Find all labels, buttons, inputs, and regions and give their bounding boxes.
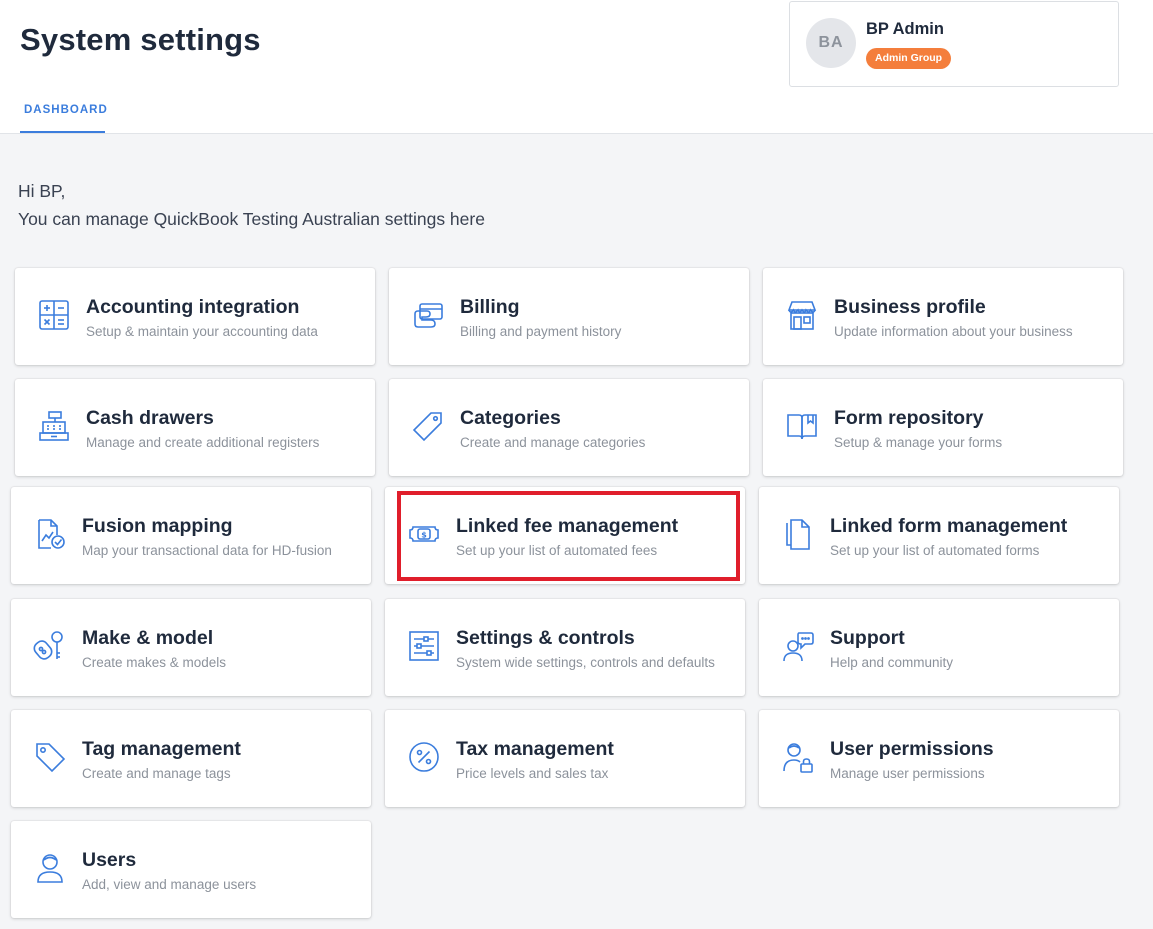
- card-billing[interactable]: Billing Billing and payment history: [389, 268, 749, 365]
- card-description: Manage user permissions: [830, 766, 985, 781]
- banknote-icon: $: [407, 517, 441, 551]
- cash-register-icon: [37, 409, 71, 443]
- user-name: BP Admin: [866, 20, 944, 38]
- card-description: Map your transactional data for HD-fusio…: [82, 543, 332, 558]
- card-title: Tax management: [456, 738, 614, 760]
- card-title: Billing: [460, 296, 520, 318]
- card-linked-fee-management[interactable]: $ Linked fee management Set up your list…: [385, 487, 745, 584]
- price-tag-icon: [33, 740, 67, 774]
- card-support[interactable]: Support Help and community: [759, 599, 1119, 696]
- card-title: Make & model: [82, 627, 214, 649]
- card-title: Cash drawers: [86, 407, 214, 429]
- card-form-repository[interactable]: Form repository Setup & manage your form…: [763, 379, 1123, 476]
- calculator-icon: [37, 298, 71, 332]
- card-description: Setup & manage your forms: [834, 435, 1003, 450]
- card-tax-management[interactable]: Tax management Price levels and sales ta…: [385, 710, 745, 807]
- avatar: BA: [806, 18, 856, 68]
- card-description: Setup & maintain your accounting data: [86, 324, 318, 339]
- card-categories[interactable]: Categories Create and manage categories: [389, 379, 749, 476]
- card-make-model[interactable]: Make & model Create makes & models: [11, 599, 371, 696]
- user-profile-card[interactable]: BA BP Admin Admin Group: [789, 1, 1119, 87]
- user-lock-icon: [781, 740, 815, 774]
- greeting-line-1: Hi BP,: [18, 181, 66, 201]
- book-icon: [785, 409, 819, 443]
- card-description: System wide settings, controls and defau…: [456, 655, 715, 670]
- card-linked-form-management[interactable]: Linked form management Set up your list …: [759, 487, 1119, 584]
- storefront-icon: [785, 298, 819, 332]
- card-title: Fusion mapping: [82, 515, 233, 537]
- card-user-permissions[interactable]: User permissions Manage user permissions: [759, 710, 1119, 807]
- page-title: System settings: [20, 22, 261, 57]
- percent-icon: [407, 740, 441, 774]
- card-description: Billing and payment history: [460, 324, 622, 339]
- card-title: Settings & controls: [456, 627, 635, 649]
- card-title: Users: [82, 849, 137, 871]
- sliders-icon: [407, 629, 441, 663]
- user-icon: [33, 851, 67, 885]
- card-title: User permissions: [830, 738, 994, 760]
- card-cash-drawers[interactable]: Cash drawers Manage and create additiona…: [15, 379, 375, 476]
- card-title: Business profile: [834, 296, 986, 318]
- card-settings-controls[interactable]: Settings & controls System wide settings…: [385, 599, 745, 696]
- card-description: Price levels and sales tax: [456, 766, 609, 781]
- card-title: Support: [830, 627, 905, 649]
- card-accounting-integration[interactable]: Accounting integration Setup & maintain …: [15, 268, 375, 365]
- card-description: Set up your list of automated fees: [456, 543, 658, 558]
- credit-card-icon: [411, 298, 445, 332]
- card-description: Set up your list of automated forms: [830, 543, 1040, 558]
- card-description: Help and community: [830, 655, 954, 670]
- user-group-badge: Admin Group: [866, 48, 952, 69]
- greeting-line-2: You can manage QuickBook Testing Austral…: [18, 209, 485, 229]
- card-description: Create and manage tags: [82, 766, 231, 781]
- card-users[interactable]: Users Add, view and manage users: [11, 821, 371, 918]
- tab-dashboard[interactable]: DASHBOARD: [20, 95, 107, 133]
- documents-icon: [781, 517, 815, 551]
- card-fusion-mapping[interactable]: Fusion mapping Map your transactional da…: [11, 487, 371, 584]
- card-title: Tag management: [82, 738, 241, 760]
- tag-outline-icon: [411, 409, 445, 443]
- card-title: Accounting integration: [86, 296, 300, 318]
- card-title: Linked form management: [830, 515, 1068, 537]
- card-description: Manage and create additional registers: [86, 435, 320, 450]
- card-description: Create makes & models: [82, 655, 227, 670]
- card-title: Form repository: [834, 407, 984, 429]
- chart-check-icon: [33, 517, 67, 551]
- greeting: Hi BP, You can manage QuickBook Testing …: [18, 177, 485, 233]
- svg-text:$: $: [421, 531, 427, 540]
- card-description: Create and manage categories: [460, 435, 646, 450]
- support-chat-icon: [781, 629, 815, 663]
- card-tag-management[interactable]: Tag management Create and manage tags: [11, 710, 371, 807]
- car-key-icon: [33, 629, 67, 663]
- card-title: Categories: [460, 407, 561, 429]
- card-description: Add, view and manage users: [82, 877, 257, 892]
- card-business-profile[interactable]: Business profile Update information abou…: [763, 268, 1123, 365]
- card-description: Update information about your business: [834, 324, 1073, 339]
- top-bar: System settings DASHBOARD BA BP Admin Ad…: [0, 0, 1153, 134]
- card-title: Linked fee management: [456, 515, 679, 537]
